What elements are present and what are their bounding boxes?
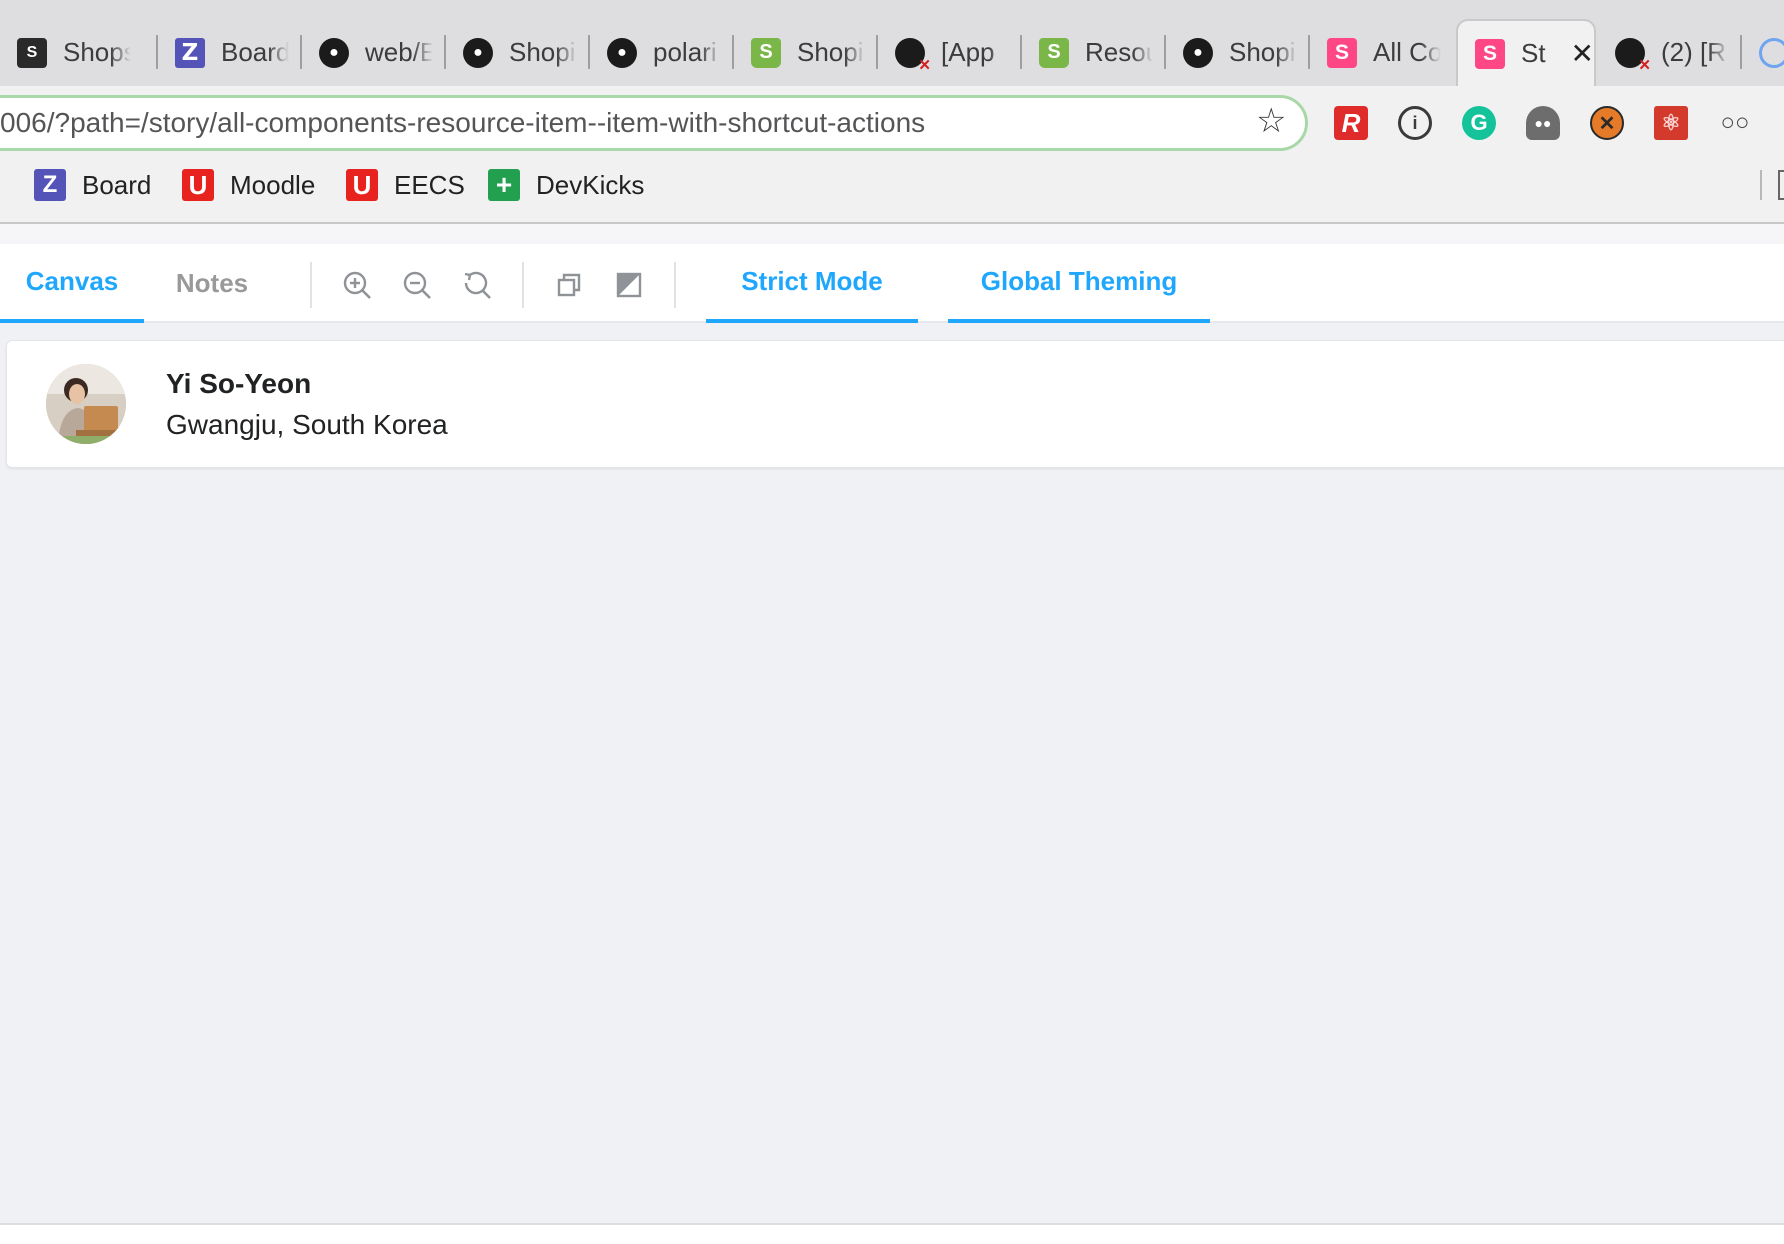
storybook-icon: S bbox=[1327, 37, 1357, 68]
1password-icon[interactable]: i bbox=[1398, 106, 1432, 140]
zoom-in-icon[interactable] bbox=[340, 268, 374, 302]
window-bottom bbox=[0, 1225, 1784, 1244]
browser-tab[interactable]: S Shopi bbox=[734, 19, 878, 86]
umich-icon: U bbox=[346, 169, 378, 201]
tab-title: St bbox=[1521, 38, 1546, 68]
browser-tab[interactable]: ● Shopi bbox=[1166, 19, 1310, 86]
bookmark-label: DevKicks bbox=[536, 169, 645, 200]
grammarly-icon[interactable]: G bbox=[1462, 106, 1496, 140]
github-icon: ● bbox=[463, 37, 493, 68]
shopify-icon: S bbox=[17, 37, 47, 68]
bookmark-label: Board bbox=[82, 169, 152, 200]
toolbar-separator bbox=[522, 262, 524, 308]
x-icon[interactable]: ✕ bbox=[1590, 106, 1624, 140]
bookmark-label: EECS bbox=[394, 169, 465, 200]
tab-notes[interactable]: Notes bbox=[156, 244, 268, 323]
zoom-reset-icon[interactable] bbox=[460, 268, 494, 302]
bookmark-board[interactable]: Z Board bbox=[34, 169, 151, 201]
tab-strict-mode[interactable]: Strict Mode bbox=[706, 244, 918, 323]
avatar bbox=[46, 364, 126, 444]
tab-title: (2) [R bbox=[1661, 37, 1726, 67]
zenhub-icon: Z bbox=[34, 169, 66, 201]
tab-title: Board bbox=[221, 37, 289, 67]
resource-item[interactable] bbox=[6, 340, 1784, 468]
browser-tab[interactable]: S All Co bbox=[1310, 19, 1454, 86]
other-bookmarks-icon[interactable] bbox=[1778, 170, 1784, 200]
glasses-icon[interactable]: ○○ bbox=[1718, 106, 1752, 140]
tab-title: All Co bbox=[1373, 37, 1441, 67]
bookmark-label: Moodle bbox=[230, 169, 316, 200]
tab-canvas[interactable]: Canvas bbox=[0, 244, 144, 323]
zenhub-icon: Z bbox=[175, 37, 205, 68]
tab-title: polari bbox=[653, 37, 717, 67]
browser-tab[interactable] bbox=[1742, 19, 1784, 86]
toolbar-separator bbox=[674, 262, 676, 308]
toolbar-separator bbox=[310, 262, 312, 308]
github-error-icon bbox=[1615, 37, 1651, 74]
loading-icon bbox=[1759, 37, 1784, 68]
bookmark-devkicks[interactable]: + DevKicks bbox=[488, 169, 644, 201]
page-gap bbox=[0, 224, 1784, 244]
browser-tab[interactable]: S Shops bbox=[0, 19, 158, 86]
shopify-icon: S bbox=[751, 37, 781, 68]
browser-tab[interactable]: ● web/E bbox=[302, 19, 446, 86]
shopify-icon: S bbox=[1039, 37, 1069, 68]
github-icon: ● bbox=[607, 37, 637, 68]
browser-tab[interactable]: ● polari bbox=[590, 19, 734, 86]
github-error-icon bbox=[895, 37, 931, 74]
browser-tab-active[interactable]: S St ✕ bbox=[1456, 19, 1596, 86]
react-icon[interactable]: ⚛ bbox=[1654, 106, 1688, 140]
storybook-icon: S bbox=[1475, 38, 1505, 69]
devkicks-icon: + bbox=[488, 169, 520, 201]
browser-tab[interactable]: Z Board bbox=[158, 19, 302, 86]
resource-name: Yi So-Yeon bbox=[166, 368, 312, 399]
url-text[interactable]: 006/?path=/story/all-components-resource… bbox=[0, 107, 925, 139]
tab-title: Shops bbox=[63, 37, 131, 67]
zoom-out-icon[interactable] bbox=[400, 268, 434, 302]
resource-location: Gwangju, South Korea bbox=[166, 409, 448, 440]
tab-title: Shopi bbox=[797, 37, 864, 67]
tab-title: Shopi bbox=[1229, 37, 1296, 67]
background-icon[interactable] bbox=[552, 268, 586, 302]
umich-icon: U bbox=[182, 169, 214, 201]
bookmark-moodle[interactable]: U Moodle bbox=[182, 169, 315, 201]
tab-title: web/E bbox=[365, 37, 433, 67]
bookmark-eecs[interactable]: U EECS bbox=[346, 169, 465, 201]
bookmark-divider bbox=[1760, 170, 1762, 200]
github-icon: ● bbox=[319, 37, 349, 68]
contrast-icon[interactable] bbox=[612, 268, 646, 302]
r-extension-icon[interactable]: R bbox=[1334, 106, 1368, 140]
browser-tab[interactable]: [App bbox=[878, 19, 1022, 86]
browser-tab[interactable]: S Resou bbox=[1022, 19, 1166, 86]
ghost-icon[interactable]: ●● bbox=[1526, 106, 1560, 140]
tab-title: Resou bbox=[1085, 37, 1153, 67]
browser-tab[interactable]: ● Shopi bbox=[446, 19, 590, 86]
github-icon: ● bbox=[1183, 37, 1213, 68]
bookmark-star-icon[interactable]: ☆ bbox=[1256, 104, 1286, 138]
browser-tab[interactable]: (2) [R bbox=[1598, 19, 1742, 86]
close-icon[interactable]: ✕ bbox=[1571, 39, 1594, 68]
tab-title: [App bbox=[941, 37, 995, 67]
tab-global-theming[interactable]: Global Theming bbox=[948, 244, 1210, 323]
tab-title: Shopi bbox=[509, 37, 576, 67]
